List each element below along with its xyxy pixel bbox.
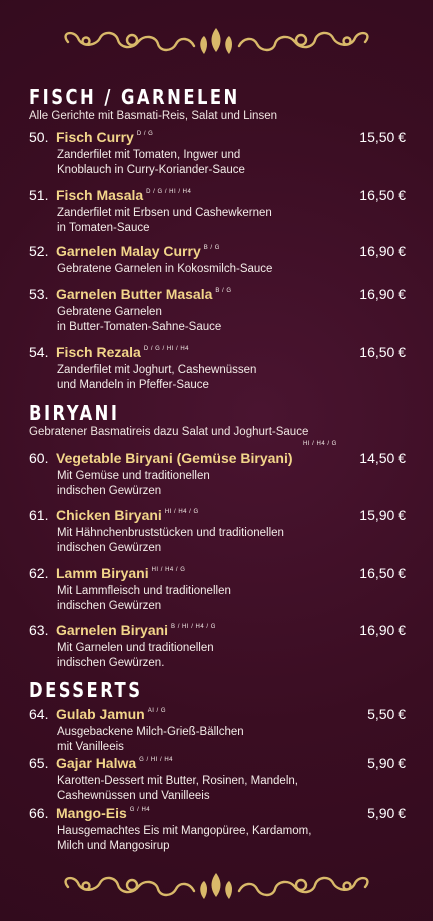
item-name: Lamm Biryani HI / H4 / G (56, 565, 186, 581)
item-description: Mit Lammfleisch und traditionellen indis… (57, 585, 231, 612)
allergen-codes: D / G (136, 131, 154, 137)
item-name: Garnelen Butter Masala B / G (56, 286, 232, 302)
item-price: 16,50 € (359, 187, 406, 203)
item-number: 60. (29, 450, 49, 466)
item-price: 16,90 € (359, 622, 406, 638)
allergen-codes: D / G / HI / H4 (146, 189, 192, 195)
item-name: Garnelen Malay Curry B / G (56, 243, 220, 259)
section-title-fisch: FISCH / GARNELEN (29, 85, 240, 109)
item-number: 51. (29, 187, 49, 203)
item-name: Chicken Biryani HI / H4 / G (56, 507, 199, 523)
item-description: Mit Gemüse und traditionellen indischen … (57, 470, 210, 497)
item-price: 14,50 € (359, 450, 406, 466)
allergen-codes: HI / H4 / G (164, 509, 199, 515)
item-description: Gebratene Garnelen in Butter-Tomaten-Sah… (57, 306, 222, 333)
item-name: Fisch Masala D / G / HI / H4 (56, 187, 192, 203)
allergen-codes: B / HI / H4 / G (171, 624, 216, 630)
allergen-codes: G / H4 (129, 807, 151, 813)
item-name: Mango-Eis G / H4 (56, 805, 151, 821)
item-name: Fisch Rezala D / G / HI / H4 (56, 344, 190, 360)
item-price: 5,50 € (367, 706, 406, 722)
item-price: 5,90 € (367, 805, 406, 821)
top-ornament-icon (64, 28, 369, 54)
item-number: 50. (29, 129, 49, 145)
item-description: Mit Hähnchenbruststücken und traditionel… (57, 527, 284, 554)
item-price: 16,90 € (359, 243, 406, 259)
item-description: Ausgebackene Milch-Grieß-Bällchen mit Va… (57, 726, 244, 753)
item-price: 16,90 € (359, 286, 406, 302)
item-name: Garnelen Biryani B / HI / H4 / G (56, 622, 216, 638)
allergen-codes: D / G / HI / H4 (143, 346, 190, 352)
item-number: 54. (29, 344, 49, 360)
allergen-codes: B / G (203, 245, 220, 251)
item-description: Zanderfilet mit Erbsen und Cashewkernen … (57, 207, 272, 234)
section-title-desserts: DESSERTS (29, 678, 143, 702)
item-name: Gulab Jamun AI / G (56, 706, 167, 722)
item-name: Vegetable Biryani (Gemüse Biryani) (56, 450, 293, 466)
allergen-codes: AI / G (147, 708, 167, 714)
item-description: Zanderfilet mit Joghurt, Cashewnüssen un… (57, 364, 257, 391)
item-price: 15,90 € (359, 507, 406, 523)
item-price: 16,50 € (359, 565, 406, 581)
item-number: 61. (29, 507, 49, 523)
item-number: 62. (29, 565, 49, 581)
item-description: Mit Garnelen und traditionellen indische… (57, 642, 214, 669)
section-subtitle-fisch: Alle Gerichte mit Basmati-Reis, Salat un… (29, 110, 277, 122)
allergen-codes: B / G (215, 288, 232, 294)
item-description: Karotten-Dessert mit Butter, Rosinen, Ma… (57, 775, 298, 802)
item-number: 66. (29, 805, 49, 821)
item-number: 52. (29, 243, 49, 259)
item-price: 5,90 € (367, 755, 406, 771)
item-price: 15,50 € (359, 129, 406, 145)
item-number: 64. (29, 706, 49, 722)
item-name: Fisch Curry D / G (56, 129, 154, 145)
item-price: 16,50 € (359, 344, 406, 360)
item-name: Gajar Halwa G / HI / H4 (56, 755, 173, 771)
allergen-codes: HI / H4 / G (151, 567, 186, 573)
bottom-ornament-icon (64, 873, 369, 899)
allergen-codes: G / HI / H4 (139, 757, 173, 763)
item-description: Hausgemachtes Eis mit Mangopüree, Kardam… (57, 825, 312, 852)
item-number: 63. (29, 622, 49, 638)
section-title-biryani: BIRYANI (29, 401, 120, 425)
item-number: 65. (29, 755, 49, 771)
section-subtitle-biryani: Gebratener Basmatireis dazu Salat und Jo… (29, 426, 309, 438)
item-description: Zanderfilet mit Tomaten, Ingwer und Knob… (57, 149, 245, 176)
allergen-codes: HI / H4 / G (303, 441, 337, 447)
item-number: 53. (29, 286, 49, 302)
item-description: Gebratene Garnelen in Kokosmilch-Sauce (57, 263, 273, 275)
